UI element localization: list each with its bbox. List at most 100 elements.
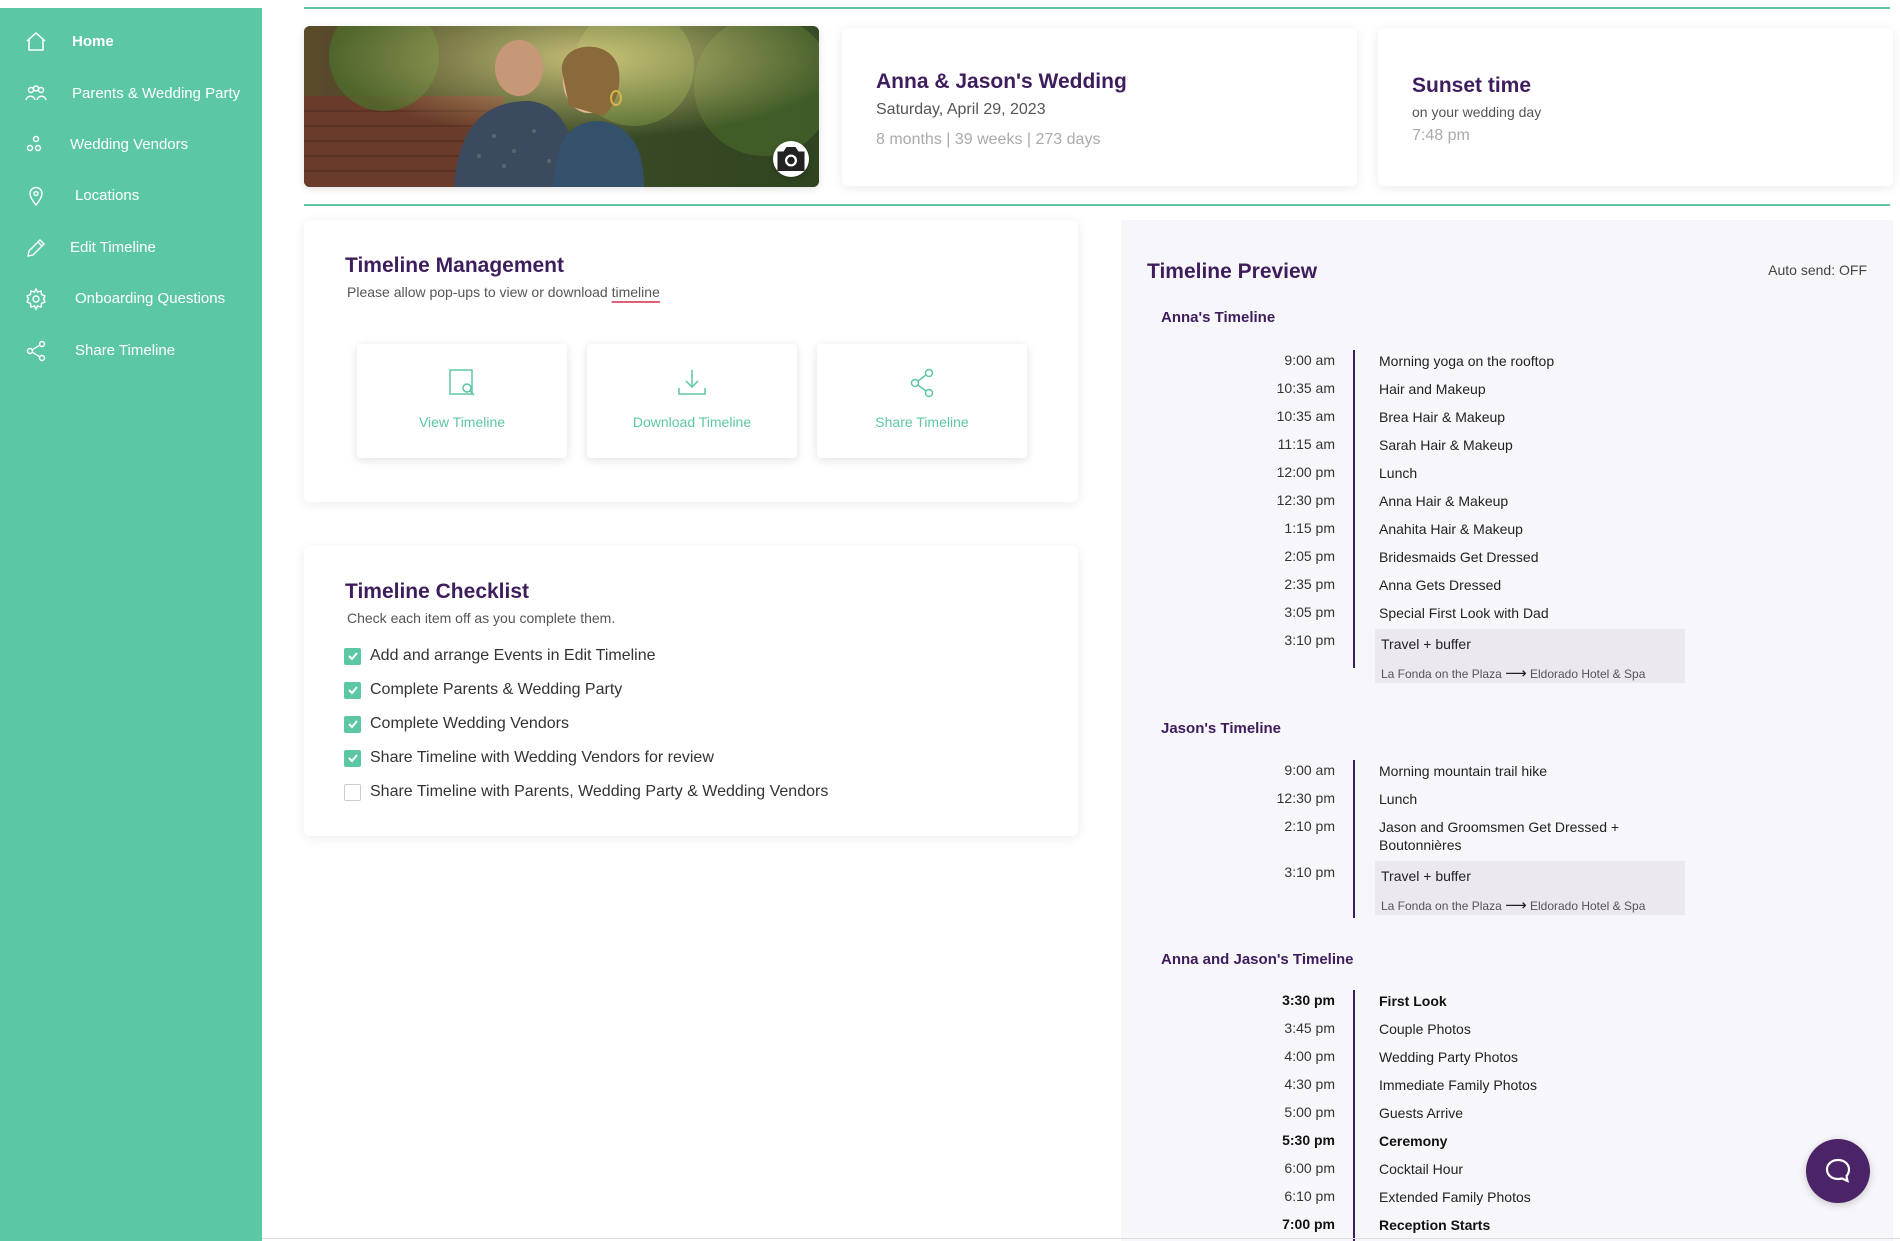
sidebar-item-label: Wedding Vendors (70, 136, 189, 153)
travel-route: La Fonda on the Plaza ⟶ Eldorado Hotel &… (1381, 664, 1645, 682)
pencil-icon (27, 239, 45, 257)
checklist-item[interactable]: Complete Wedding Vendors (344, 713, 569, 735)
checklist-item-label: Complete Wedding Vendors (370, 715, 569, 732)
event-time: 10:35 am (1276, 380, 1335, 396)
timeline-management-title: Timeline Management (345, 254, 565, 277)
share-timeline-button[interactable]: Share Timeline (817, 344, 1027, 458)
timeline-preview-title: Timeline Preview (1147, 260, 1318, 283)
view-document-icon (449, 369, 475, 396)
event-title: Hair and Makeup (1379, 381, 1486, 397)
event-title: Cocktail Hour (1379, 1161, 1464, 1177)
sidebar-item-wedding-vendors[interactable]: Wedding Vendors (0, 125, 262, 165)
section-divider (304, 204, 1890, 206)
event-title: Bridesmaids Get Dressed (1379, 549, 1539, 565)
sidebar-item-parents-wedding-party[interactable]: Parents & Wedding Party (0, 74, 262, 114)
checkbox-checked[interactable] (344, 749, 361, 767)
arrow-right-icon: ⟶ (1505, 665, 1527, 682)
event-time: 2:05 pm (1284, 548, 1335, 564)
timeline-management-card: Timeline Management Please allow pop-ups… (304, 220, 1078, 502)
event-title: Lunch (1379, 791, 1418, 807)
event-title: Couple Photos (1379, 1021, 1471, 1037)
event-title: Ceremony (1379, 1133, 1448, 1149)
event-title: Guests Arrive (1379, 1105, 1464, 1121)
event-title: Anahita Hair & Makeup (1379, 521, 1523, 537)
view-timeline-button[interactable]: View Timeline (357, 344, 567, 458)
sidebar-item-label: Onboarding Questions (75, 290, 226, 307)
sunset-title: Sunset time (1412, 74, 1532, 97)
checkbox-checked[interactable] (344, 647, 361, 665)
couple-photo (304, 26, 819, 187)
wedding-date: Saturday, April 29, 2023 (876, 101, 1046, 118)
timeline-management-subtitle: Please allow pop-ups to view or download… (347, 284, 660, 300)
chat-support-button[interactable] (1806, 1139, 1870, 1203)
checklist-item[interactable]: Add and arrange Events in Edit Timeline (344, 645, 656, 667)
checkbox-checked[interactable] (344, 715, 361, 733)
event-time: 7:00 pm (1282, 1216, 1335, 1232)
sidebar-item-share-timeline[interactable]: Share Timeline (0, 331, 262, 371)
camera-icon (777, 147, 805, 171)
sidebar-item-label: Share Timeline (75, 342, 176, 359)
top-divider (304, 7, 1890, 9)
event-time: 10:35 am (1276, 408, 1335, 424)
event-title: Extended Family Photos (1379, 1189, 1531, 1205)
vendors-icon (26, 135, 42, 152)
sidebar-item-locations[interactable]: Locations (0, 176, 262, 216)
event-time: 2:10 pm (1284, 818, 1335, 834)
timeline-preview-panel: Timeline Preview Auto send: OFF Anna's T… (1121, 220, 1893, 1241)
auto-send-status[interactable]: Auto send: OFF (1768, 262, 1867, 278)
event-title: Immediate Family Photos (1379, 1077, 1537, 1093)
event-title: Wedding Party Photos (1379, 1049, 1519, 1065)
checkmark-icon (347, 754, 358, 763)
event-time: 9:00 am (1284, 762, 1335, 778)
sunset-subtitle: on your wedding day (1412, 104, 1542, 120)
wedding-countdown: 8 months | 39 weeks | 273 days (876, 131, 1101, 148)
wedding-title: Anna & Jason's Wedding (876, 70, 1127, 93)
travel-to: Eldorado Hotel & Spa (1529, 899, 1646, 913)
anna-timeline-heading: Anna's Timeline (1161, 309, 1276, 326)
event-title: Jason and Groomsmen Get Dressed + Bouton… (1379, 819, 1620, 853)
event-time: 11:15 am (1277, 436, 1335, 452)
checkmark-icon (347, 686, 358, 695)
event-title: Anna Hair & Makeup (1379, 493, 1509, 509)
checklist-item-label: Share Timeline with Parents, Wedding Par… (370, 783, 829, 800)
sunset-time: 7:48 pm (1412, 127, 1470, 144)
event-title: Sarah Hair & Makeup (1379, 437, 1513, 453)
sidebar: Home Parents & Wedding Party Wedding Ven… (0, 8, 262, 1241)
travel-route: La Fonda on the Plaza ⟶ Eldorado Hotel &… (1381, 896, 1645, 914)
sidebar-item-label: Edit Timeline (70, 239, 156, 256)
travel-label: Travel + buffer (1381, 636, 1471, 652)
checkmark-icon (347, 652, 358, 661)
sunset-card: Sunset time on your wedding day 7:48 pm (1378, 28, 1893, 186)
timeline-link[interactable]: timeline (612, 284, 660, 300)
checkbox-unchecked[interactable] (344, 783, 361, 801)
share-icon (910, 368, 934, 398)
event-title: Reception Starts (1379, 1217, 1491, 1233)
event-title: Anna Gets Dressed (1379, 577, 1502, 593)
sidebar-item-label: Locations (75, 187, 140, 204)
event-time: 6:10 pm (1284, 1188, 1335, 1204)
timeline-line (1353, 990, 1355, 1241)
sidebar-item-home[interactable]: Home (0, 22, 262, 62)
jason-timeline-heading: Jason's Timeline (1161, 720, 1282, 737)
event-title: Lunch (1379, 465, 1418, 481)
sidebar-item-onboarding-questions[interactable]: Onboarding Questions (0, 279, 262, 319)
checklist-item[interactable]: Share Timeline with Parents, Wedding Par… (344, 781, 828, 803)
checklist-item[interactable]: Complete Parents & Wedding Party (344, 679, 622, 701)
download-timeline-button[interactable]: Download Timeline (587, 344, 797, 458)
travel-from: La Fonda on the Plaza (1381, 899, 1502, 913)
checkbox-checked[interactable] (344, 681, 361, 699)
event-time: 3:10 pm (1284, 632, 1335, 648)
event-time: 9:00 am (1284, 352, 1335, 368)
event-time: 3:05 pm (1284, 604, 1335, 620)
event-time: 5:00 pm (1284, 1104, 1335, 1120)
subtitle-text: Please allow pop-ups to view or download (347, 284, 612, 300)
change-photo-button[interactable] (773, 141, 809, 177)
checklist-item[interactable]: Share Timeline with Wedding Vendors for … (344, 747, 714, 769)
event-time: 3:10 pm (1284, 864, 1335, 880)
event-title: Morning yoga on the rooftop (1379, 353, 1555, 369)
sidebar-item-edit-timeline[interactable]: Edit Timeline (0, 228, 262, 268)
event-time: 2:35 pm (1284, 576, 1335, 592)
home-icon (26, 31, 46, 51)
wedding-info-card: Anna & Jason's Wedding Saturday, April 2… (842, 28, 1357, 186)
event-time: 1:15 pm (1284, 520, 1335, 536)
